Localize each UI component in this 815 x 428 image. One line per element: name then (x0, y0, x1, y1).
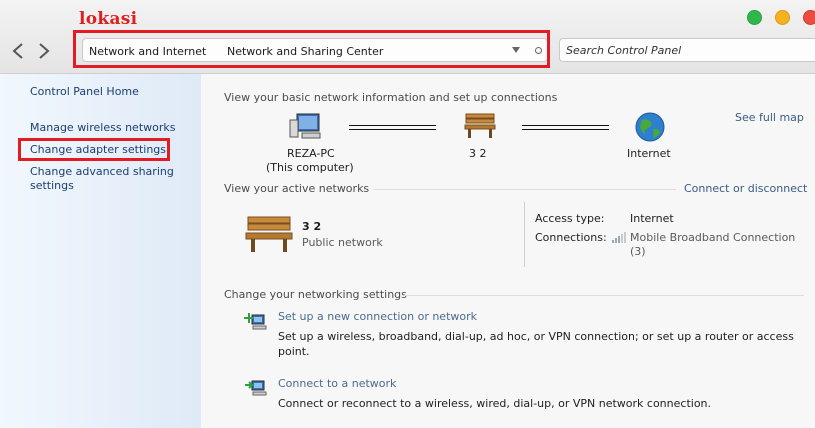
adapter-settings-highlight-box (18, 138, 170, 161)
network-bench-icon[interactable] (244, 214, 294, 254)
connections-label: Connections: (535, 231, 607, 244)
annotation-title: lokasi (79, 9, 138, 29)
forward-button[interactable] (33, 40, 55, 62)
globe-icon (635, 112, 665, 142)
task-setup-connection-description: Set up a wireless, broadband, dial-up, a… (278, 330, 794, 358)
sidebar-item-control-panel-home[interactable]: Control Panel Home (30, 85, 139, 99)
active-network-separator (524, 202, 525, 267)
task-setup-connection-link[interactable]: Set up a new connection or network (278, 310, 477, 323)
window-zoom-button[interactable] (775, 10, 790, 25)
chevron-left-icon (12, 43, 23, 59)
task-connect-network-link[interactable]: Connect to a network (278, 377, 396, 390)
back-button[interactable] (7, 40, 29, 62)
map-connector-line (522, 125, 609, 130)
sidebar: Control Panel Home Manage wireless netwo… (0, 74, 201, 428)
computer-subtitle: (This computer) (266, 161, 354, 174)
networking-settings-heading: Change your networking settings (224, 288, 407, 301)
chevron-right-icon (39, 43, 50, 59)
main-content: View your basic network information and … (201, 74, 815, 428)
search-box[interactable] (559, 38, 815, 62)
window-close-button[interactable] (803, 10, 815, 25)
sidebar-item-manage-wireless-networks[interactable]: Manage wireless networks (30, 121, 175, 135)
section-divider (374, 189, 676, 190)
active-networks-heading: View your active networks (224, 182, 370, 195)
map-network-name: 3 2 (469, 147, 487, 160)
active-network-type[interactable]: Public network (302, 236, 383, 249)
connect-or-disconnect-link[interactable]: Connect or disconnect (684, 182, 807, 195)
access-type-label: Access type: (535, 212, 605, 225)
map-internet-label: Internet (627, 147, 671, 160)
sidebar-item-change-advanced-sharing-settings[interactable]: Change advanced sharing settings (30, 165, 190, 193)
access-type-value: Internet (630, 212, 674, 225)
connection-index[interactable]: (3) (630, 245, 646, 258)
connection-name-link[interactable]: Mobile Broadband Connection (630, 231, 795, 244)
section-divider (404, 295, 804, 296)
computer-name: REZA-PC (287, 147, 335, 160)
basic-network-heading: View your basic network information and … (224, 91, 558, 104)
search-input[interactable] (566, 42, 806, 58)
active-network-name: 3 2 (302, 220, 322, 233)
signal-strength-icon (612, 232, 626, 243)
computer-icon (289, 113, 321, 139)
map-connector-line (349, 125, 436, 130)
task-connect-network-description: Connect or reconnect to a wireless, wire… (278, 397, 712, 410)
address-bar-highlight-box (73, 30, 550, 68)
see-full-map-link[interactable]: See full map (735, 111, 804, 124)
bench-icon (464, 113, 496, 138)
window-toolbar: lokasi Network and Internet Network and … (0, 0, 815, 74)
window-minimize-button[interactable] (747, 10, 762, 25)
connect-network-icon (245, 380, 267, 396)
new-connection-icon (244, 313, 267, 330)
